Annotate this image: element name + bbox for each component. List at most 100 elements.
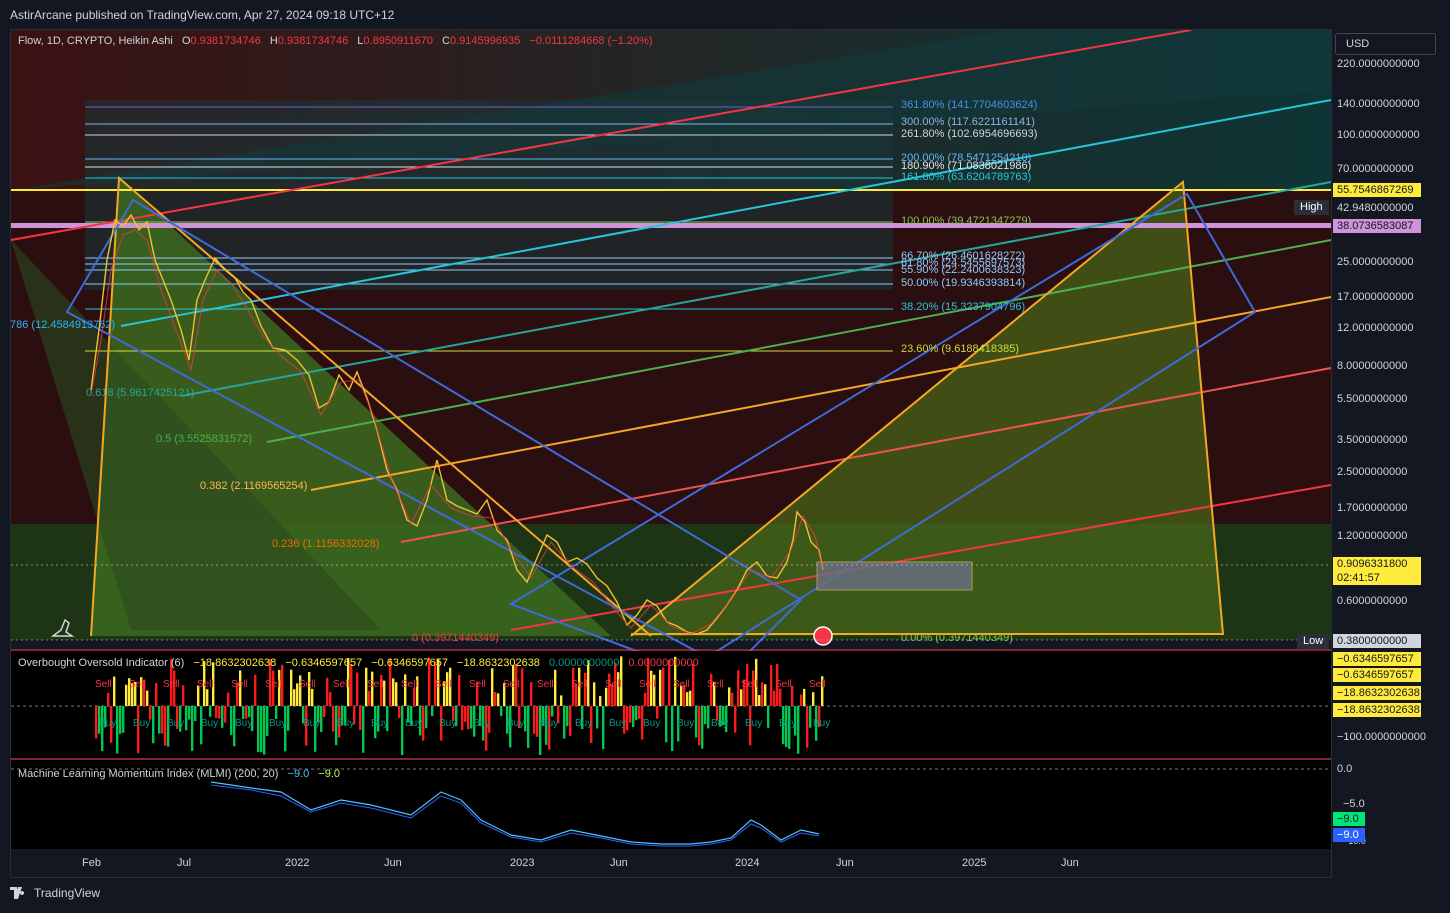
oboi-bar [737, 670, 740, 706]
high-marker-label: High [1294, 200, 1329, 215]
fib-level-label: 161.80% (63.6204789763) [901, 171, 1032, 183]
oboi-bar [767, 706, 770, 728]
oboi-bar [764, 684, 767, 706]
close-value: 0.9145996935 [449, 35, 521, 47]
oboi-bar [602, 706, 605, 750]
buy-signal-label: Buy [711, 718, 729, 729]
oboi-bar [662, 667, 665, 706]
oboi-bar [593, 682, 596, 706]
mlmi-title[interactable]: Machine Learning Momentum Index (MLMI) (… [18, 768, 278, 780]
oboi-bar [125, 684, 128, 706]
oboi-bar [635, 706, 638, 721]
oboi-bar [431, 706, 434, 717]
footer-brand[interactable]: TradingView [34, 886, 100, 900]
header-bar: AstirArcane published on TradingView.com… [0, 0, 1450, 28]
oboi-bar [539, 706, 542, 756]
mlmi-axis-tick-0: 0.0 [1337, 763, 1353, 775]
oboi-bar [740, 689, 743, 706]
oboi-bar [800, 694, 803, 706]
symbol-label[interactable]: Flow, 1D, CRYPTO, Heikin Ashi [18, 35, 173, 47]
sell-signal-label: Sell [537, 679, 554, 690]
oboi-bar [398, 706, 401, 719]
oboi-bar [95, 706, 98, 739]
oboi-bar [596, 706, 599, 729]
oboi-bar [797, 706, 800, 754]
oboi-bar [188, 706, 191, 720]
oboi-bar [263, 706, 266, 755]
sell-signal-label: Sell [775, 679, 792, 690]
price-axis[interactable] [1331, 29, 1441, 878]
oboi-bar [632, 706, 635, 728]
price-tick: 1.7000000000 [1337, 502, 1408, 514]
oboi-bar [761, 682, 764, 706]
sell-signal-label: Sell [571, 679, 588, 690]
price-tick: 12.0000000000 [1337, 322, 1414, 334]
oboi-tag-4: −18.8632302638 [1333, 703, 1421, 717]
chart-canvas[interactable] [11, 30, 1440, 878]
buy-signal-label: Buy [201, 718, 219, 729]
oboi-bar [107, 692, 110, 706]
oboi-bar [458, 674, 461, 706]
price-tick: 220.0000000000 [1337, 58, 1420, 70]
oboi-bar [692, 663, 695, 706]
oboi-bar [113, 676, 116, 706]
oboi-bar [221, 706, 224, 728]
oboi-bar [731, 692, 734, 706]
time-tick: Jun [610, 857, 628, 869]
high-price-tick: 42.9480000000 [1333, 201, 1421, 215]
oboi-bar [161, 706, 164, 734]
oboi-bar [563, 706, 566, 739]
oboi-bar [206, 689, 209, 706]
tradingview-logo-icon [10, 887, 25, 899]
us-flag-event-icon[interactable] [813, 626, 833, 646]
publisher-info: AstirArcane published on TradingView.com… [10, 8, 395, 22]
oboi-bar [152, 706, 155, 744]
oboi-tag-1: −0.6346597657 [1333, 652, 1421, 666]
time-tick: 2025 [962, 857, 987, 869]
oboi-bar [401, 706, 404, 756]
oboi-bar [704, 706, 707, 725]
oboi-bar [497, 693, 500, 706]
sell-signal-label: Sell [605, 679, 622, 690]
sell-signal-label: Sell [129, 679, 146, 690]
oboi-bar [392, 678, 395, 706]
price-range-box [816, 561, 973, 591]
oboi-bar [659, 669, 662, 706]
oboi-bar [329, 691, 332, 706]
oboi-bar [182, 685, 185, 706]
oboi-bar [467, 706, 470, 730]
buy-signal-label: Buy [337, 718, 355, 729]
oboi-tag-2: −0.6346597657 [1333, 668, 1421, 682]
oboi-bar [119, 706, 122, 734]
oboi-bar [245, 706, 248, 719]
oboi-bar [137, 706, 140, 754]
oboi-bar [734, 706, 737, 733]
oboi-bar [770, 665, 773, 706]
oboi-bar [638, 706, 641, 719]
oboi-bar [671, 706, 674, 751]
buy-signal-label: Buy [167, 718, 185, 729]
fib-retracement-label: 0.5 (3.5525831572) [156, 433, 253, 445]
chart-frame[interactable] [10, 29, 1440, 878]
price-tick: 5.5000000000 [1337, 393, 1408, 405]
oboi-bar [425, 706, 428, 729]
time-tick: Jun [836, 857, 854, 869]
sell-signal-label: Sell [639, 679, 656, 690]
fib-level-label: 300.00% (117.6221161141) [901, 116, 1035, 128]
sell-signal-label: Sell [333, 679, 350, 690]
oboi-bar [461, 706, 464, 731]
oboi-title[interactable]: Overbought Oversold Indicator (6) [18, 657, 184, 669]
currency-selector[interactable]: USD [1335, 33, 1436, 55]
oboi-bar [758, 695, 761, 706]
buy-signal-label: Buy [575, 718, 593, 729]
oboi-bar [773, 690, 776, 706]
oboi-bar [707, 706, 710, 729]
upper-level-tag: 55.7546867269 [1333, 183, 1421, 197]
buy-signal-label: Buy [133, 718, 151, 729]
low-price-tick: 0.3800000000 [1333, 634, 1421, 648]
buy-signal-label: Buy [405, 718, 423, 729]
oboi-bar [146, 690, 149, 706]
mlmi-legend: Machine Learning Momentum Index (MLMI) (… [18, 768, 341, 780]
price-tick: 2.5000000000 [1337, 466, 1408, 478]
fib-level-label: 38.20% (15.3237904796) [901, 301, 1026, 313]
